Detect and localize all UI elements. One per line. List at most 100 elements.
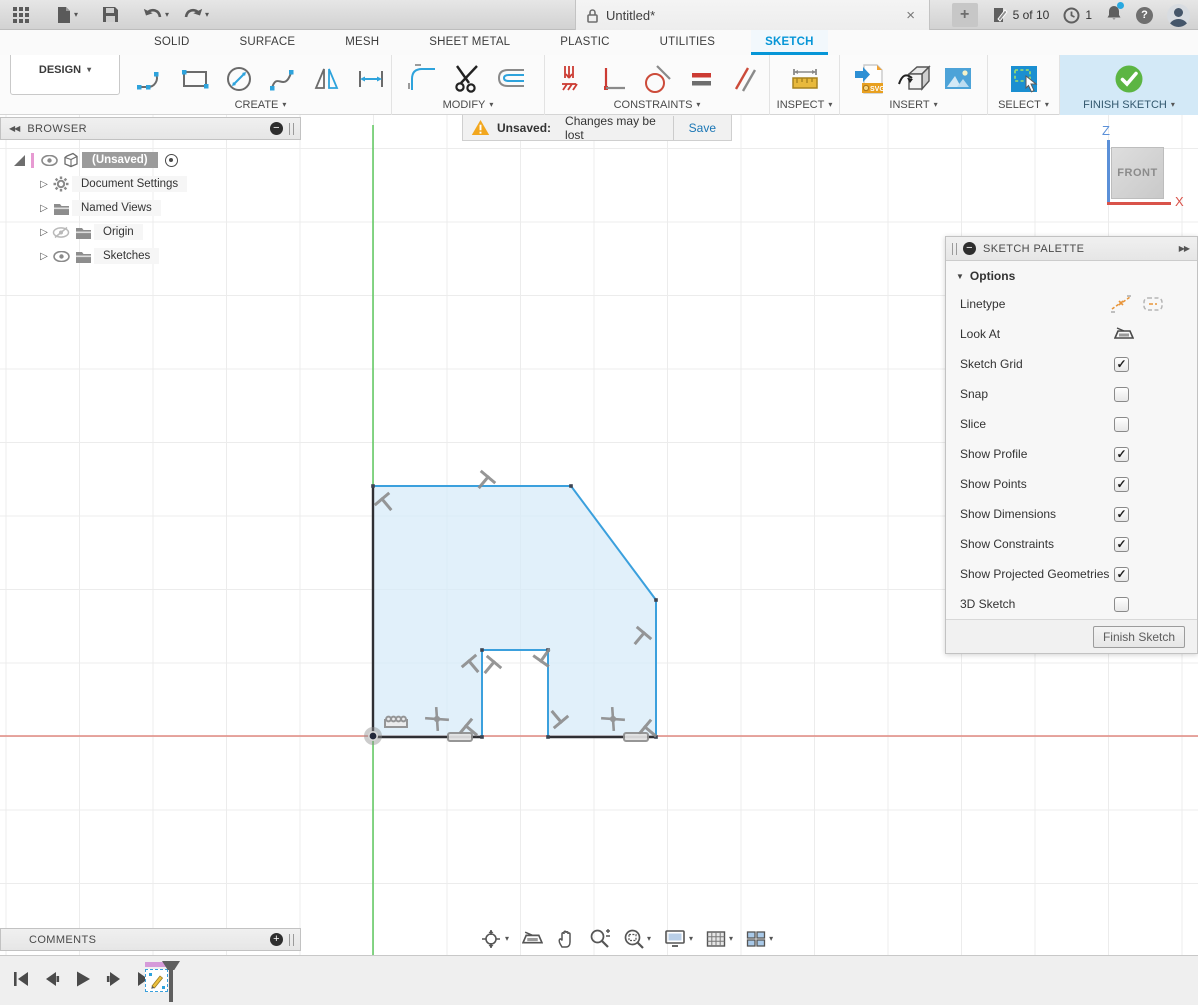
- group-label-inspect[interactable]: INSPECT▾: [777, 99, 833, 115]
- add-comment-icon[interactable]: +: [270, 933, 283, 946]
- redo-button[interactable]: ▾: [179, 4, 213, 26]
- select-tool-button[interactable]: [1006, 61, 1042, 97]
- mirror-tool-button[interactable]: [309, 61, 345, 97]
- tree-row-origin[interactable]: ▷ Origin: [0, 220, 301, 244]
- tab-sheet-metal[interactable]: SHEET METAL: [415, 30, 524, 55]
- tree-expand-arrow-icon[interactable]: ▷: [38, 227, 50, 238]
- show-dimensions-checkbox[interactable]: ✓: [1114, 507, 1129, 522]
- skip-to-start-button[interactable]: [12, 970, 30, 988]
- tangent-constraint-button[interactable]: [639, 61, 675, 97]
- collapse-left-icon[interactable]: ◀◀: [9, 124, 19, 133]
- viewports-button[interactable]: ▾: [746, 930, 773, 948]
- expand-corner-icon[interactable]: [14, 155, 25, 166]
- tab-utilities[interactable]: UTILITIES: [646, 30, 729, 55]
- sketch-grid-checkbox[interactable]: ✓: [1114, 357, 1129, 372]
- tree-item-label[interactable]: Origin: [94, 224, 143, 240]
- display-settings-button[interactable]: ▾: [664, 929, 693, 948]
- 3d-sketch-checkbox[interactable]: [1114, 597, 1129, 612]
- viewcube[interactable]: Z FRONT X: [1095, 120, 1195, 215]
- insert-mesh-button[interactable]: [896, 61, 932, 97]
- tree-row-root[interactable]: (Unsaved): [0, 148, 301, 172]
- document-tab[interactable]: Untitled* ×: [575, 0, 930, 30]
- group-label-insert[interactable]: INSERT▾: [889, 99, 937, 115]
- palette-minimize-icon[interactable]: −: [963, 242, 976, 255]
- activate-component-radio[interactable]: [165, 154, 178, 167]
- tree-expand-arrow-icon[interactable]: ▷: [38, 251, 50, 262]
- tab-sketch[interactable]: SKETCH: [751, 30, 827, 55]
- tab-solid[interactable]: SOLID: [140, 30, 204, 55]
- equal-constraint-button[interactable]: [683, 61, 719, 97]
- show-projected-geometries-checkbox[interactable]: ✓: [1114, 567, 1129, 582]
- notifications-button[interactable]: [1106, 4, 1122, 26]
- save-link[interactable]: Save: [673, 116, 731, 140]
- job-status-button[interactable]: 5 of 10: [992, 7, 1050, 23]
- group-label-select[interactable]: SELECT▾: [998, 99, 1049, 115]
- tree-expand-arrow-icon[interactable]: ▷: [38, 179, 50, 190]
- offset-tool-button[interactable]: [494, 61, 530, 97]
- sketch-palette-header[interactable]: − SKETCH PALETTE ▶▶: [946, 237, 1197, 261]
- show-constraints-checkbox[interactable]: ✓: [1114, 537, 1129, 552]
- undo-button[interactable]: ▾: [139, 4, 173, 26]
- tree-row-document-settings[interactable]: ▷ Document Settings: [0, 172, 301, 196]
- grid-settings-button[interactable]: ▾: [706, 930, 733, 948]
- tab-surface[interactable]: SURFACE: [226, 30, 310, 55]
- group-label-modify[interactable]: MODIFY▾: [443, 99, 494, 115]
- expand-right-icon[interactable]: ▶▶: [1179, 244, 1189, 253]
- palette-grip-handle[interactable]: [952, 243, 957, 255]
- options-section-header[interactable]: ▼ Options: [946, 261, 1197, 289]
- comments-header[interactable]: COMMENTS +: [0, 928, 301, 951]
- insert-canvas-button[interactable]: [940, 61, 976, 97]
- group-label-create[interactable]: CREATE▾: [235, 99, 287, 115]
- centerline-linetype-icon[interactable]: [1142, 295, 1164, 313]
- avatar[interactable]: [1167, 4, 1190, 27]
- tree-item-label[interactable]: Document Settings: [72, 176, 187, 192]
- save-button[interactable]: [98, 3, 123, 26]
- perpendicular-constraint-button[interactable]: [595, 61, 631, 97]
- rectangle-tool-button[interactable]: [177, 61, 213, 97]
- coincident-constraint-button[interactable]: [551, 61, 587, 97]
- timeline-position-marker[interactable]: [169, 968, 173, 1002]
- zoom-button[interactable]: [589, 928, 610, 949]
- tree-row-named-views[interactable]: ▷ Named Views: [0, 196, 301, 220]
- construction-linetype-icon[interactable]: [1110, 295, 1132, 313]
- visibility-eye-off-icon[interactable]: [50, 226, 72, 239]
- comments-grip-handle[interactable]: [289, 934, 294, 946]
- tab-mesh[interactable]: MESH: [331, 30, 393, 55]
- step-back-button[interactable]: [43, 970, 61, 988]
- circle-tool-button[interactable]: [221, 61, 257, 97]
- tab-plastic[interactable]: PLASTIC: [546, 30, 623, 55]
- browser-minimize-icon[interactable]: −: [270, 122, 283, 135]
- dimension-tool-button[interactable]: [353, 61, 389, 97]
- tree-row-sketches[interactable]: ▷ Sketches: [0, 244, 301, 268]
- app-grid-button[interactable]: [8, 3, 34, 27]
- finish-sketch-button[interactable]: FINISH SKETCH▾: [1060, 55, 1198, 115]
- show-profile-checkbox[interactable]: ✓: [1114, 447, 1129, 462]
- step-forward-button[interactable]: [105, 970, 123, 988]
- orbit-button[interactable]: ▾: [480, 929, 509, 949]
- new-tab-button[interactable]: +: [952, 3, 978, 27]
- root-document-label[interactable]: (Unsaved): [82, 152, 158, 168]
- finish-sketch-palette-button[interactable]: Finish Sketch: [1093, 626, 1185, 648]
- visibility-eye-icon[interactable]: [50, 251, 72, 262]
- visibility-eye-icon[interactable]: [38, 155, 60, 166]
- look-at-view-button[interactable]: [522, 930, 543, 947]
- browser-grip-handle[interactable]: [289, 123, 294, 135]
- help-button[interactable]: ?: [1136, 7, 1153, 24]
- clock-button[interactable]: 1: [1063, 7, 1092, 24]
- show-points-checkbox[interactable]: ✓: [1114, 477, 1129, 492]
- look-at-icon[interactable]: [1114, 326, 1134, 342]
- snap-checkbox[interactable]: [1114, 387, 1129, 402]
- line-tool-button[interactable]: [133, 61, 169, 97]
- measure-tool-button[interactable]: [787, 61, 823, 97]
- group-label-constraints[interactable]: CONSTRAINTS▾: [614, 99, 701, 115]
- spline-tool-button[interactable]: [265, 61, 301, 97]
- file-menu-button[interactable]: ▾: [52, 3, 82, 27]
- trim-tool-button[interactable]: [450, 61, 486, 97]
- viewcube-front-face[interactable]: FRONT: [1111, 147, 1164, 199]
- close-tab-icon[interactable]: ×: [902, 7, 919, 24]
- tree-item-label[interactable]: Named Views: [72, 200, 161, 216]
- parallel-constraint-button[interactable]: [727, 61, 763, 97]
- fit-button[interactable]: ▾: [623, 928, 651, 949]
- slice-checkbox[interactable]: [1114, 417, 1129, 432]
- fillet-tool-button[interactable]: [406, 61, 442, 97]
